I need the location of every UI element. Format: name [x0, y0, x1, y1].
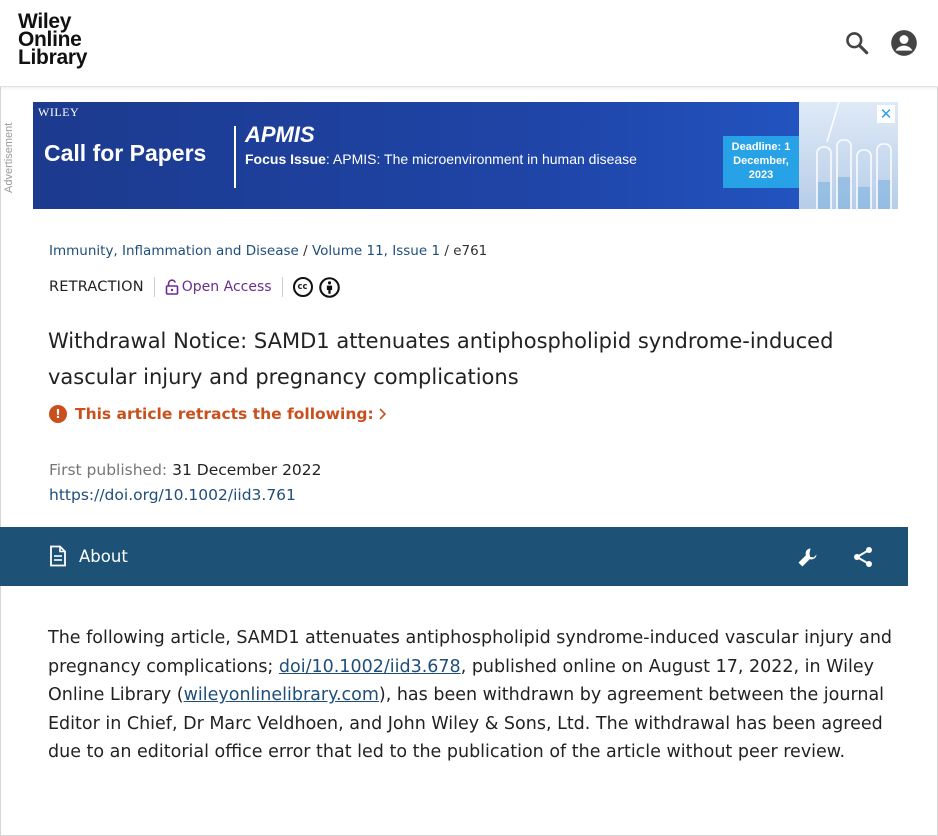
open-access-badge: Open Access [165, 279, 272, 295]
ad-focus-description: : APMIS: The microenvironment in human d… [325, 151, 637, 167]
breadcrumb-article-id: e761 [453, 243, 488, 259]
about-button[interactable]: About [49, 545, 128, 567]
wiley-online-library-logo[interactable]: Wiley Online Library [18, 11, 88, 69]
site-header: Wiley Online Library [0, 0, 938, 87]
withdrawn-article-doi-link[interactable]: doi/10.1002/iid3.678 [279, 657, 461, 677]
search-icon[interactable] [843, 29, 871, 57]
advertisement-label: Advertisement [3, 122, 15, 194]
article-tags: RETRACTION Open Access cc [49, 276, 340, 298]
ad-brand: WILEY [38, 105, 80, 119]
breadcrumb: Immunity, Inflammation and Disease / Vol… [49, 243, 487, 259]
advertisement-banner[interactable]: WILEY Call for Papers APMIS Focus Issue:… [33, 102, 898, 209]
breadcrumb-separator: / [303, 243, 312, 259]
account-icon[interactable] [890, 29, 918, 57]
tools-icon[interactable] [796, 545, 820, 569]
first-published-date: 31 December 2022 [172, 461, 322, 479]
divider [281, 277, 283, 297]
warning-icon: ! [49, 405, 67, 423]
open-access-label: Open Access [181, 279, 272, 295]
ad-focus-text: Focus Issue: APMIS: The microenvironment… [245, 151, 665, 168]
ad-headline: Call for Papers [44, 140, 207, 166]
retraction-notice-link[interactable]: ! This article retracts the following: [49, 405, 387, 423]
article-toolbar: About [0, 527, 908, 586]
divider [153, 277, 155, 297]
ad-focus-label: Focus Issue [245, 151, 326, 167]
chevron-right-icon [378, 407, 387, 421]
first-published-label: First published: [49, 461, 168, 479]
first-published: First published: 31 December 2022 [49, 461, 322, 479]
article-type-label: RETRACTION [49, 279, 144, 295]
breadcrumb-journal[interactable]: Immunity, Inflammation and Disease [49, 243, 299, 259]
about-label: About [79, 546, 128, 566]
doi-link[interactable]: https://doi.org/10.1002/iid3.761 [49, 486, 296, 504]
wiley-online-library-link[interactable]: wileyonlinelibrary.com [184, 685, 379, 705]
ad-divider [234, 126, 236, 188]
breadcrumb-volume[interactable]: Volume 11, Issue 1 [312, 243, 440, 259]
share-icon[interactable] [851, 545, 875, 569]
article-title: Withdrawal Notice: SAMD1 attenuates anti… [48, 329, 834, 389]
ad-deadline-badge: Deadline: 1 December, 2023 [723, 136, 799, 188]
ad-journal: APMIS [245, 122, 315, 147]
document-icon [49, 545, 67, 567]
withdrawal-notice-body: The following article, SAMD1 attenuates … [48, 624, 898, 767]
open-lock-icon [165, 279, 179, 295]
close-ad-button[interactable]: ✕ [877, 105, 895, 123]
retraction-notice-label: This article retracts the following: [75, 405, 374, 423]
breadcrumb-separator: / [444, 243, 454, 259]
logo-line: Library [18, 46, 88, 69]
creative-commons-icon[interactable]: cc [292, 277, 313, 297]
attribution-icon[interactable] [318, 276, 340, 298]
